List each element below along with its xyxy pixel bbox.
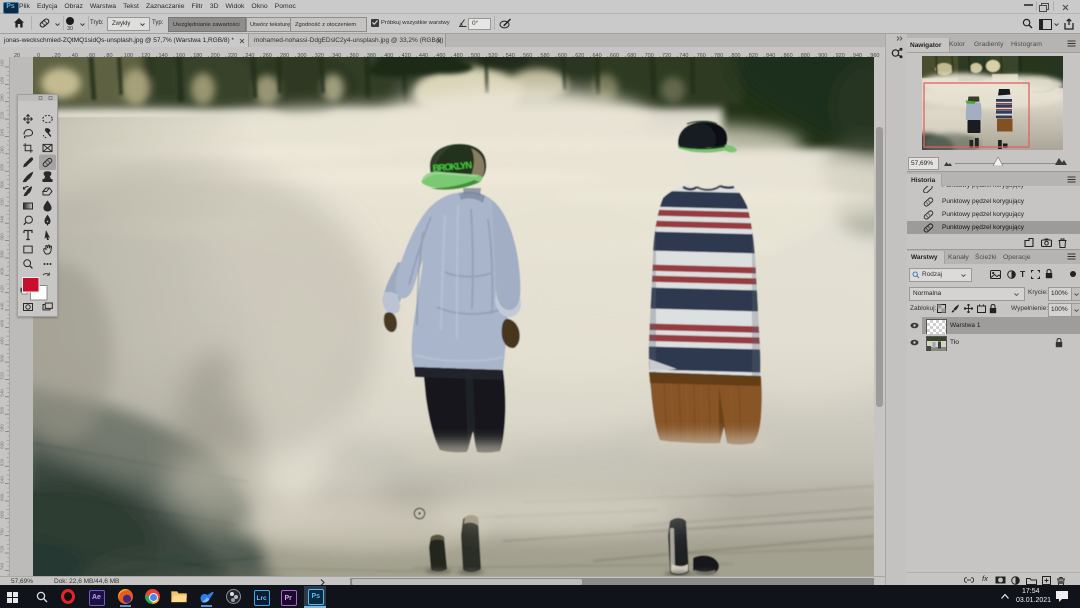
svg-text:420: 420	[0, 285, 5, 293]
svg-text:300: 300	[0, 180, 5, 188]
svg-text:620: 620	[0, 458, 5, 466]
svg-text:440: 440	[0, 302, 5, 310]
svg-text:560: 560	[0, 406, 5, 414]
svg-text:180: 180	[0, 76, 5, 84]
svg-text:640: 640	[0, 476, 5, 484]
svg-text:540: 540	[0, 389, 5, 397]
svg-text:460: 460	[0, 319, 5, 327]
svg-text:160: 160	[0, 59, 5, 67]
svg-text:280: 280	[0, 163, 5, 171]
svg-text:260: 260	[0, 146, 5, 154]
svg-text:740: 740	[0, 562, 5, 570]
svg-text:480: 480	[0, 337, 5, 345]
svg-text:580: 580	[0, 424, 5, 432]
svg-text:600: 600	[0, 441, 5, 449]
svg-text:380: 380	[0, 250, 5, 258]
svg-text:500: 500	[0, 354, 5, 362]
svg-text:240: 240	[0, 128, 5, 136]
svg-text:220: 220	[0, 111, 5, 119]
svg-text:660: 660	[0, 493, 5, 501]
svg-text:360: 360	[0, 233, 5, 241]
svg-text:520: 520	[0, 371, 5, 379]
svg-text:320: 320	[0, 198, 5, 206]
svg-text:400: 400	[0, 267, 5, 275]
svg-text:700: 700	[0, 528, 5, 536]
svg-text:200: 200	[0, 94, 5, 102]
svg-text:340: 340	[0, 215, 5, 223]
svg-text:680: 680	[0, 510, 5, 518]
svg-text:720: 720	[0, 545, 5, 553]
